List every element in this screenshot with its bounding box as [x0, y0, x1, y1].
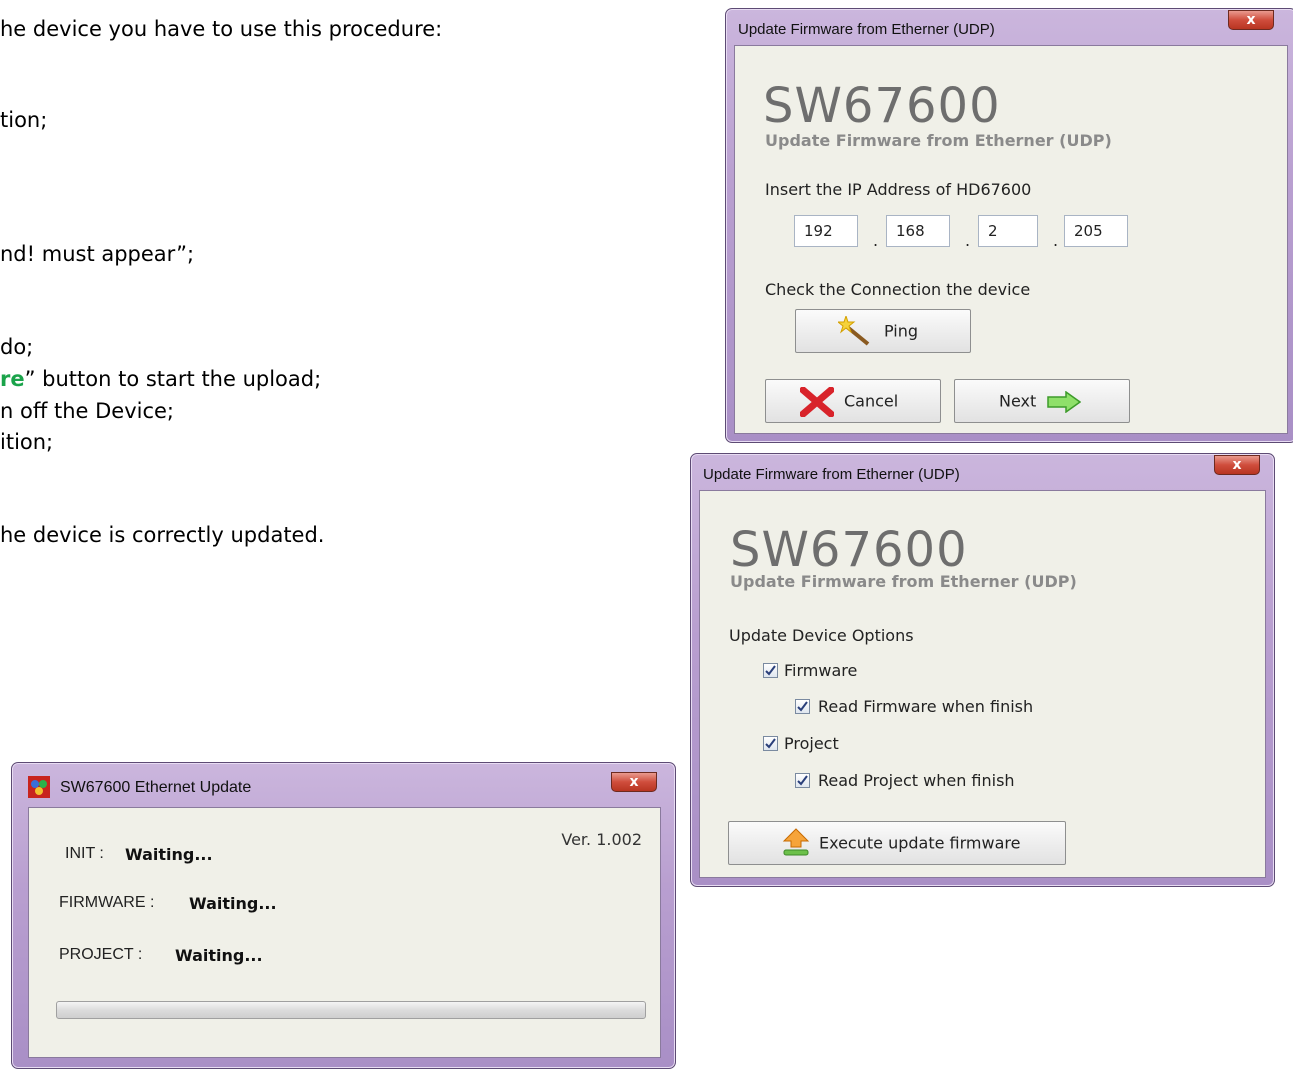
execute-update-firmware-button[interactable]: Execute update firmware — [728, 821, 1066, 865]
read-firmware-option-label: Read Firmware when finish — [818, 697, 1034, 716]
green-arrow-right-icon — [1047, 391, 1081, 413]
ip-octet-3-input[interactable]: 2 — [978, 215, 1038, 247]
cancel-label: Cancel — [844, 391, 899, 411]
ip-separator: . — [873, 231, 879, 250]
update-options-label: Update Device Options — [729, 626, 914, 645]
read-project-checkbox[interactable] — [795, 773, 810, 788]
firmware-label: FIRMWARE : — [59, 894, 155, 911]
ip-separator: . — [965, 231, 971, 250]
ethernet-update-window: SW67600 Ethernet Update x Ver. 1.002 INI… — [11, 762, 676, 1069]
ping-button[interactable]: Ping — [795, 309, 971, 353]
update-firmware-window-options: Update Firmware from Etherner (UDP) x SW… — [690, 453, 1275, 887]
window-subtitle: Update Firmware from Etherner (UDP) — [730, 572, 1077, 591]
procedure-line: re” button to start the upload; — [0, 366, 321, 392]
project-status: Waiting... — [175, 946, 263, 965]
execute-update-label: Execute update firmware — [819, 833, 1021, 853]
checkmark-icon — [797, 701, 808, 712]
update-firmware-window-ip: Update Firmware from Etherner (UDP) x SW… — [725, 8, 1293, 443]
project-checkbox[interactable] — [763, 736, 778, 751]
next-label: Next — [999, 391, 1037, 411]
check-connection-label: Check the Connection the device — [765, 280, 1031, 299]
close-button[interactable]: x — [611, 772, 657, 792]
ip-octet-4-input[interactable]: 205 — [1064, 215, 1128, 247]
app-icon — [28, 776, 50, 798]
init-status: Waiting... — [125, 845, 213, 864]
red-x-icon — [800, 387, 834, 417]
firmware-checkbox[interactable] — [763, 663, 778, 678]
procedure-highlight: re — [0, 367, 25, 391]
firmware-status: Waiting... — [189, 894, 277, 913]
cancel-button[interactable]: Cancel — [765, 379, 941, 423]
window-client-area: SW67600 Update Firmware from Etherner (U… — [699, 490, 1266, 878]
project-label: PROJECT : — [59, 946, 143, 963]
progress-bar — [56, 1001, 646, 1019]
read-firmware-checkbox[interactable] — [795, 699, 810, 714]
magic-wand-icon — [838, 316, 870, 346]
window-client-area: SW67600 Update Firmware from Etherner (U… — [734, 45, 1288, 434]
procedure-line-post: ” button to start the upload; — [24, 367, 322, 391]
product-name: SW67600 — [763, 78, 1001, 134]
checkmark-icon — [765, 665, 776, 676]
window-title: Update Firmware from Etherner (UDP) — [703, 466, 960, 483]
checkmark-icon — [765, 738, 776, 749]
procedure-line: ition; — [0, 430, 54, 454]
procedure-line: tion; — [0, 108, 48, 132]
close-button[interactable]: x — [1228, 10, 1274, 30]
ip-separator: . — [1053, 231, 1059, 250]
title-bar[interactable]: SW67600 Ethernet Update x — [12, 763, 675, 805]
project-option-label: Project — [784, 734, 839, 753]
window-client-area: Ver. 1.002 INIT : Waiting... FIRMWARE : … — [28, 807, 661, 1058]
read-project-option-label: Read Project when finish — [818, 771, 1015, 790]
firmware-option-label: Firmware — [784, 661, 858, 680]
checkmark-icon — [797, 775, 808, 786]
upload-arrow-icon — [782, 828, 810, 856]
ip-octet-1-input[interactable]: 192 — [794, 215, 858, 247]
init-label: INIT : — [65, 845, 104, 862]
next-button[interactable]: Next — [954, 379, 1130, 423]
procedure-line: nd! must appear”; — [0, 242, 195, 266]
version-label: Ver. 1.002 — [561, 830, 642, 849]
procedure-line: n off the Device; — [0, 399, 175, 423]
procedure-line: he device is correctly updated. — [0, 523, 325, 547]
ip-octet-2-input[interactable]: 168 — [886, 215, 950, 247]
ping-label: Ping — [884, 321, 919, 341]
procedure-line: do; — [0, 335, 34, 359]
product-name: SW67600 — [730, 522, 968, 578]
procedure-line: he device you have to use this procedure… — [0, 17, 443, 41]
ip-address-label: Insert the IP Address of HD67600 — [765, 180, 1032, 199]
window-title: SW67600 Ethernet Update — [60, 779, 252, 796]
window-title: Update Firmware from Etherner (UDP) — [738, 21, 995, 38]
close-button[interactable]: x — [1214, 455, 1260, 475]
window-subtitle: Update Firmware from Etherner (UDP) — [765, 131, 1112, 150]
